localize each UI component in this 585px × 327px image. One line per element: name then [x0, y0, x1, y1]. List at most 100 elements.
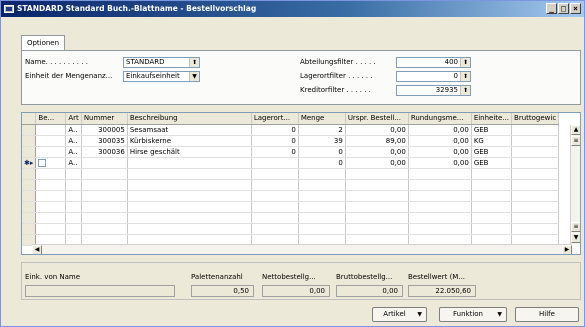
order-lines-table: Be... Art Nummer Beschreibung Lagerort..… — [22, 113, 560, 246]
chevron-down-icon: ▼ — [497, 311, 502, 318]
cell-bruttogewicht[interactable] — [511, 157, 560, 169]
cell-rundungsmenge[interactable]: 0,00 — [408, 157, 472, 169]
table-row-empty[interactable] — [22, 201, 560, 213]
cell-art[interactable]: A.. — [65, 124, 82, 136]
help-button[interactable]: Hilfe — [515, 307, 579, 322]
horizontal-scrollbar[interactable]: ◀ ▶ — [32, 244, 572, 254]
cell-menge[interactable]: 39 — [298, 135, 346, 147]
cell-einheit[interactable]: GEB — [471, 157, 513, 169]
table-row-empty[interactable] — [22, 190, 560, 202]
cell-menge[interactable]: 0 — [298, 146, 346, 158]
cell-urspr-bestell[interactable]: 0,00 — [345, 146, 409, 158]
net-order-value: 0,00 — [262, 285, 330, 297]
storage-filter-field[interactable]: 0 ⬆ — [396, 71, 471, 82]
column-header-art[interactable]: Art — [65, 113, 82, 125]
cell-rundungsmenge[interactable]: 0,00 — [408, 135, 472, 147]
cell-urspr-bestell[interactable]: 0,00 — [345, 124, 409, 136]
cell-rundungsmenge[interactable]: 0,00 — [408, 146, 472, 158]
cell-art[interactable]: A.. — [65, 157, 82, 169]
cell-nummer[interactable]: 300005 — [81, 124, 128, 136]
column-header-beschreibung[interactable]: Beschreibung — [127, 113, 252, 125]
cell-einheit[interactable]: KG — [471, 135, 513, 147]
row-selector[interactable] — [22, 135, 37, 147]
funktion-menu-button[interactable]: Funktion ▼ — [439, 307, 507, 322]
vendor-filter-label: Kreditorfilter . . . . . . — [300, 86, 371, 94]
pallet-value: 0,50 — [191, 285, 254, 297]
checkbox[interactable] — [38, 158, 47, 167]
table-row-empty[interactable] — [22, 223, 560, 235]
row-selector[interactable] — [22, 146, 37, 158]
maximize-button[interactable]: □ — [558, 3, 569, 14]
cell-beschreibung[interactable]: Hirse geschält — [127, 146, 252, 158]
cell-bruttogewicht[interactable] — [511, 146, 560, 158]
close-button[interactable]: × — [570, 3, 581, 14]
cell-lagerort[interactable]: 0 — [251, 146, 299, 158]
unit-select[interactable]: Einkaufseinheit ▼ — [123, 71, 200, 82]
cell-be[interactable] — [35, 124, 67, 136]
cell-nummer[interactable] — [81, 157, 128, 169]
cell-nummer[interactable]: 300036 — [81, 146, 128, 158]
dept-filter-field[interactable]: 400 ⬆ — [396, 57, 471, 68]
column-header-rundungsmenge[interactable]: Rundungsme... — [408, 113, 472, 125]
minimize-button[interactable]: _ — [546, 3, 557, 14]
column-header-nummer[interactable]: Nummer — [81, 113, 128, 125]
scroll-up-icon[interactable]: ▲ — [571, 125, 580, 135]
artikel-menu-button[interactable]: Artikel ▼ — [372, 307, 427, 322]
cell-art[interactable]: A.. — [65, 135, 82, 147]
cell-be[interactable] — [35, 146, 67, 158]
table-row[interactable]: A.. 300035 Kürbiskerne 0 39 89,00 0,00 K… — [22, 135, 560, 147]
table-row-empty[interactable] — [22, 212, 560, 224]
cell-beschreibung[interactable] — [127, 157, 252, 169]
table-row-current[interactable]: ✱▸ A.. 0 0,00 0,00 GEB — [22, 157, 560, 169]
name-field[interactable]: STANDARD ⬆ — [123, 57, 200, 68]
scroll-right-icon[interactable]: ▶ — [562, 245, 572, 254]
cell-be[interactable] — [35, 157, 67, 169]
scroll-thumb[interactable]: ≡ — [571, 136, 580, 146]
cell-urspr-bestell[interactable]: 89,00 — [345, 135, 409, 147]
cell-be[interactable] — [35, 135, 67, 147]
table-row-empty[interactable] — [22, 168, 560, 180]
column-header-bruttogewicht[interactable]: Bruttogewic — [511, 113, 560, 125]
cell-einheit[interactable]: GEB — [471, 146, 513, 158]
column-header-menge[interactable]: Menge — [298, 113, 346, 125]
cell-lagerort[interactable] — [251, 157, 299, 169]
cell-menge[interactable]: 2 — [298, 124, 346, 136]
chevron-down-icon[interactable]: ▼ — [189, 72, 199, 81]
scroll-grip-icon[interactable]: ≡ — [571, 222, 580, 232]
column-header-einheit[interactable]: Einheite... — [471, 113, 513, 125]
row-selector[interactable] — [22, 124, 37, 136]
title-bar[interactable]: STANDARD Standard Buch.-Blattname - Best… — [1, 1, 584, 17]
table-row-empty[interactable] — [22, 179, 560, 191]
cell-einheit[interactable]: GEB — [471, 124, 513, 136]
table-row[interactable]: A.. 300005 Sesamsaat 0 2 0,00 0,00 GEB — [22, 124, 560, 136]
column-header-be[interactable]: Be... — [35, 113, 67, 125]
current-row-marker[interactable]: ✱▸ — [22, 157, 37, 169]
pallet-label: Palettenanzahl — [191, 273, 243, 281]
cell-art[interactable]: A.. — [65, 146, 82, 158]
cell-bruttogewicht[interactable] — [511, 135, 560, 147]
cell-beschreibung[interactable]: Sesamsaat — [127, 124, 252, 136]
lookup-icon[interactable]: ⬆ — [460, 58, 470, 67]
column-header-urspr-bestell[interactable]: Urspr. Bestell... — [345, 113, 409, 125]
window-controls: _ □ × — [546, 3, 581, 14]
tab-optionen[interactable]: Optionen — [21, 35, 65, 51]
cell-rundungsmenge[interactable]: 0,00 — [408, 124, 472, 136]
scroll-left-icon[interactable]: ◀ — [32, 245, 42, 254]
cell-lagerort[interactable]: 0 — [251, 124, 299, 136]
vertical-scrollbar[interactable]: ▲ ≡ ≡ ▼ — [570, 125, 580, 244]
options-panel: Name. . . . . . . . . . STANDARD ⬆ Einhe… — [21, 50, 581, 105]
row-selector-header — [22, 113, 37, 125]
cell-beschreibung[interactable]: Kürbiskerne — [127, 135, 252, 147]
lookup-icon[interactable]: ⬆ — [460, 72, 470, 81]
cell-bruttogewicht[interactable] — [511, 124, 560, 136]
lookup-icon[interactable]: ⬆ — [189, 58, 199, 67]
cell-urspr-bestell[interactable]: 0,00 — [345, 157, 409, 169]
cell-lagerort[interactable]: 0 — [251, 135, 299, 147]
vendor-filter-field[interactable]: 32935 ⬆ — [396, 85, 471, 96]
lookup-icon[interactable]: ⬆ — [460, 86, 470, 95]
cell-menge[interactable]: 0 — [298, 157, 346, 169]
cell-nummer[interactable]: 300035 — [81, 135, 128, 147]
column-header-lagerort[interactable]: Lagerort... — [251, 113, 299, 125]
scroll-down-icon[interactable]: ▼ — [571, 233, 580, 243]
table-row[interactable]: A.. 300036 Hirse geschält 0 0 0,00 0,00 … — [22, 146, 560, 158]
